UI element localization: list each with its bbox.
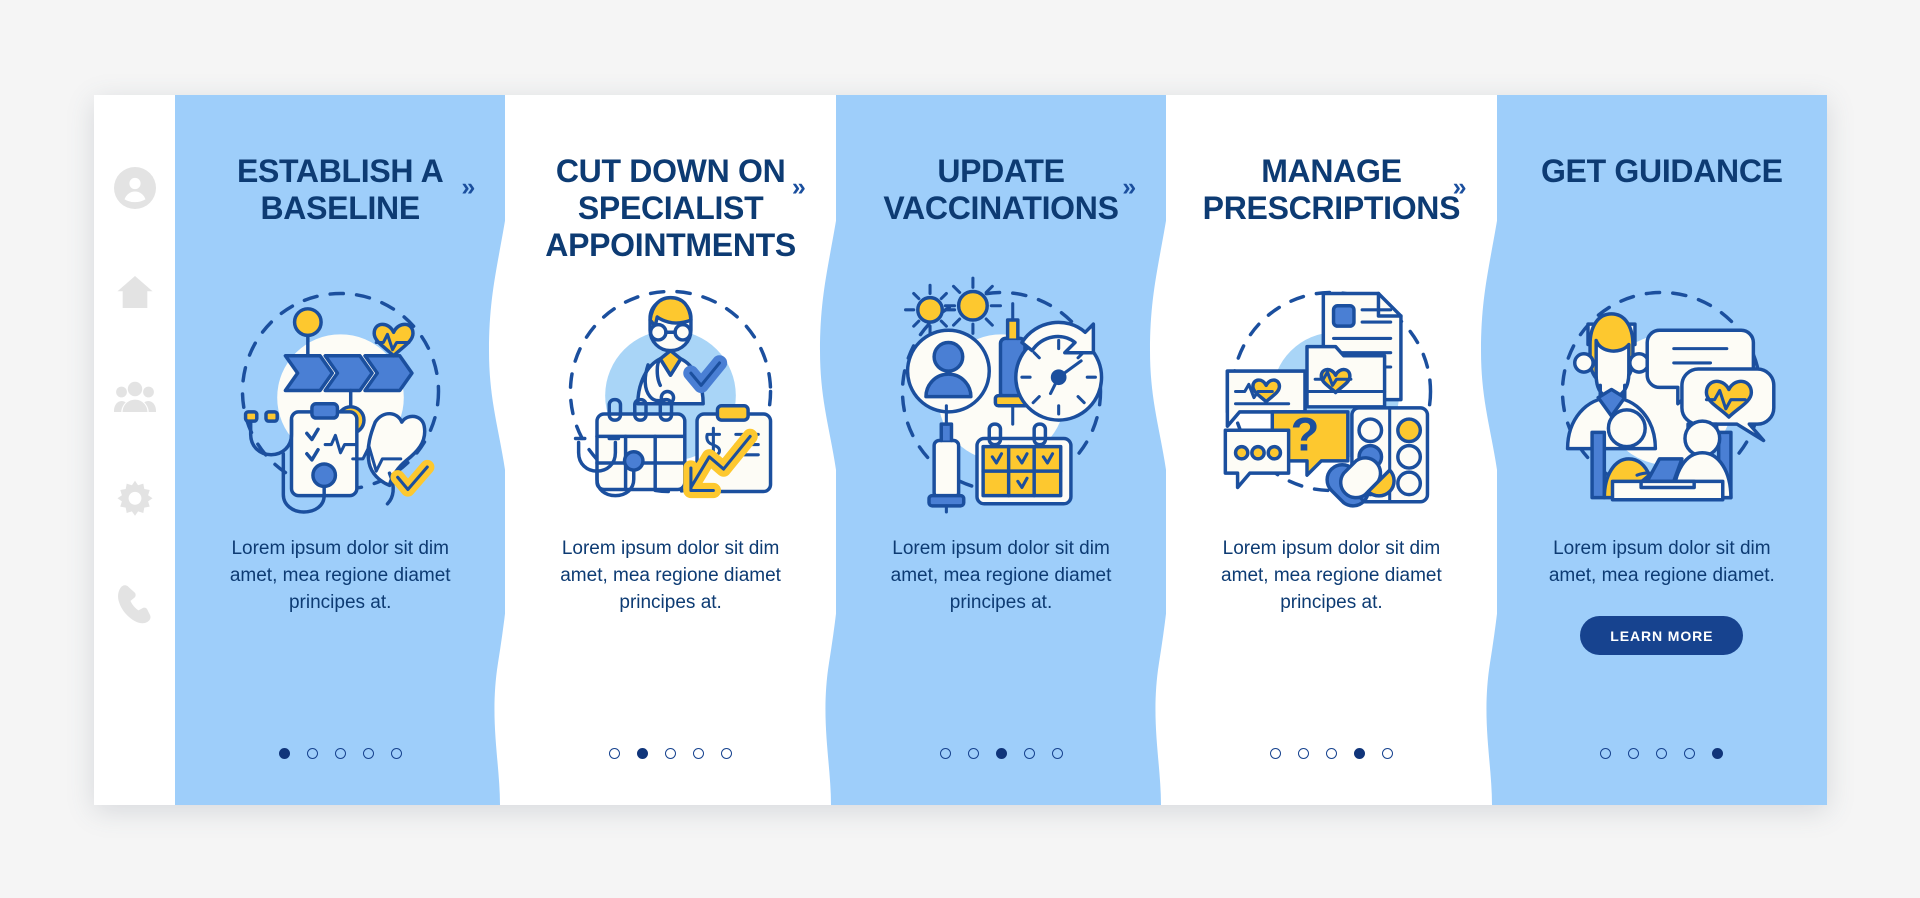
onboarding-panel-cut-down-on-specialist-appointments: » CUT DOWN ON SPECIALIST APPOINTMENTS Lo… bbox=[461, 95, 836, 805]
panel-body-text: Lorem ipsum dolor sit dim amet, mea regi… bbox=[229, 538, 451, 613]
pagination-dot[interactable] bbox=[693, 748, 705, 759]
home-icon bbox=[115, 272, 155, 312]
app-sidebar bbox=[94, 95, 175, 805]
screenshot-stage: ESTABLISH A BASELINE Lorem ipsum dolor s… bbox=[0, 0, 1920, 898]
pagination-dot[interactable] bbox=[721, 748, 733, 759]
pagination-dots bbox=[175, 748, 505, 759]
pagination-dot[interactable] bbox=[1023, 748, 1035, 759]
doctor-calendar-cost-illustration bbox=[548, 269, 793, 514]
svg-text:?: ? bbox=[1291, 408, 1320, 461]
panel-title: UPDATE VACCINATIONS bbox=[883, 153, 1119, 227]
panel-body-text: Lorem ipsum dolor sit dim amet, mea regi… bbox=[560, 538, 781, 613]
step-chevron-icon: » bbox=[1452, 173, 1467, 201]
onboarding-panel-establish-a-baseline: ESTABLISH A BASELINE Lorem ipsum dolor s… bbox=[175, 95, 506, 805]
onboarding-panel-update-vaccinations: » UPDATE VACCINATIONS Lorem ipsum dolor … bbox=[792, 95, 1167, 805]
pagination-dot[interactable] bbox=[1656, 748, 1668, 759]
pagination-dot[interactable] bbox=[1628, 748, 1640, 759]
pagination-dot[interactable] bbox=[1269, 748, 1281, 759]
pagination-dot[interactable] bbox=[665, 748, 677, 759]
pagination-dots bbox=[1166, 748, 1496, 759]
sidebar-item-profile[interactable] bbox=[112, 165, 158, 211]
panel-title: ESTABLISH A BASELINE bbox=[236, 153, 444, 227]
phone-icon bbox=[117, 584, 153, 624]
sidebar-item-home[interactable] bbox=[112, 269, 158, 315]
sidebar-item-contact[interactable] bbox=[112, 581, 158, 627]
pagination-dot[interactable] bbox=[1600, 748, 1612, 759]
pagination-dots bbox=[836, 748, 1166, 759]
sidebar-item-settings[interactable] bbox=[112, 477, 158, 523]
sidebar-item-community[interactable] bbox=[112, 373, 158, 419]
gear-icon bbox=[115, 480, 155, 520]
pagination-dot[interactable] bbox=[939, 748, 951, 759]
step-chevron-icon: » bbox=[1122, 173, 1136, 201]
panel-body-text: Lorem ipsum dolor sit dim amet, mea regi… bbox=[890, 538, 1112, 613]
learn-more-button[interactable]: LEARN MORE bbox=[1580, 615, 1744, 655]
pagination-dot[interactable] bbox=[334, 748, 346, 759]
pagination-dots bbox=[505, 748, 835, 759]
pagination-dot[interactable] bbox=[1381, 748, 1393, 759]
pagination-dot[interactable] bbox=[609, 748, 621, 759]
onboarding-panel-get-guidance: » GET GUIDANCE Lorem ipsum dolor sit dim… bbox=[1453, 95, 1827, 805]
pagination-dot-active[interactable] bbox=[1712, 748, 1724, 759]
step-chevron-icon: » bbox=[791, 173, 806, 201]
pagination-dots bbox=[1497, 748, 1827, 759]
pagination-dot[interactable] bbox=[1297, 748, 1309, 759]
step-chevron-icon: » bbox=[461, 173, 475, 201]
panel-body-text: Lorem ipsum dolor sit dim amet, mea regi… bbox=[1548, 538, 1775, 586]
pagination-dot-active[interactable] bbox=[278, 748, 290, 759]
nurse-consultation-illustration bbox=[1539, 269, 1784, 514]
onboarding-panels: ESTABLISH A BASELINE Lorem ipsum dolor s… bbox=[175, 95, 1827, 805]
people-group-icon bbox=[113, 376, 156, 416]
pagination-dot[interactable] bbox=[1051, 748, 1063, 759]
user-avatar-icon bbox=[113, 167, 156, 209]
onboarding-panel-manage-prescriptions: » MANAGE PRESCRIPTIONS ? Lorem ipsum dol… bbox=[1122, 95, 1497, 805]
baseline-health-chart-illustration bbox=[218, 269, 463, 514]
pagination-dot-active[interactable] bbox=[1353, 748, 1365, 759]
pagination-dot[interactable] bbox=[1325, 748, 1337, 759]
pagination-dot[interactable] bbox=[362, 748, 374, 759]
panel-title: MANAGE PRESCRIPTIONS bbox=[1202, 153, 1461, 227]
pagination-dot-active[interactable] bbox=[995, 748, 1007, 759]
prescription-pills-chat-illustration: ? bbox=[1209, 269, 1454, 514]
pagination-dot[interactable] bbox=[390, 748, 402, 759]
panel-title: CUT DOWN ON SPECIALIST APPOINTMENTS bbox=[545, 153, 796, 264]
pagination-dot[interactable] bbox=[1684, 748, 1696, 759]
vaccination-syringe-calendar-illustration bbox=[879, 269, 1124, 514]
onboarding-frame: ESTABLISH A BASELINE Lorem ipsum dolor s… bbox=[94, 95, 1827, 805]
panel-title: GET GUIDANCE bbox=[1540, 153, 1783, 189]
pagination-dot[interactable] bbox=[967, 748, 979, 759]
pagination-dot-active[interactable] bbox=[637, 748, 649, 759]
panel-body-text: Lorem ipsum dolor sit dim amet, mea regi… bbox=[1221, 538, 1442, 613]
pagination-dot[interactable] bbox=[306, 748, 318, 759]
